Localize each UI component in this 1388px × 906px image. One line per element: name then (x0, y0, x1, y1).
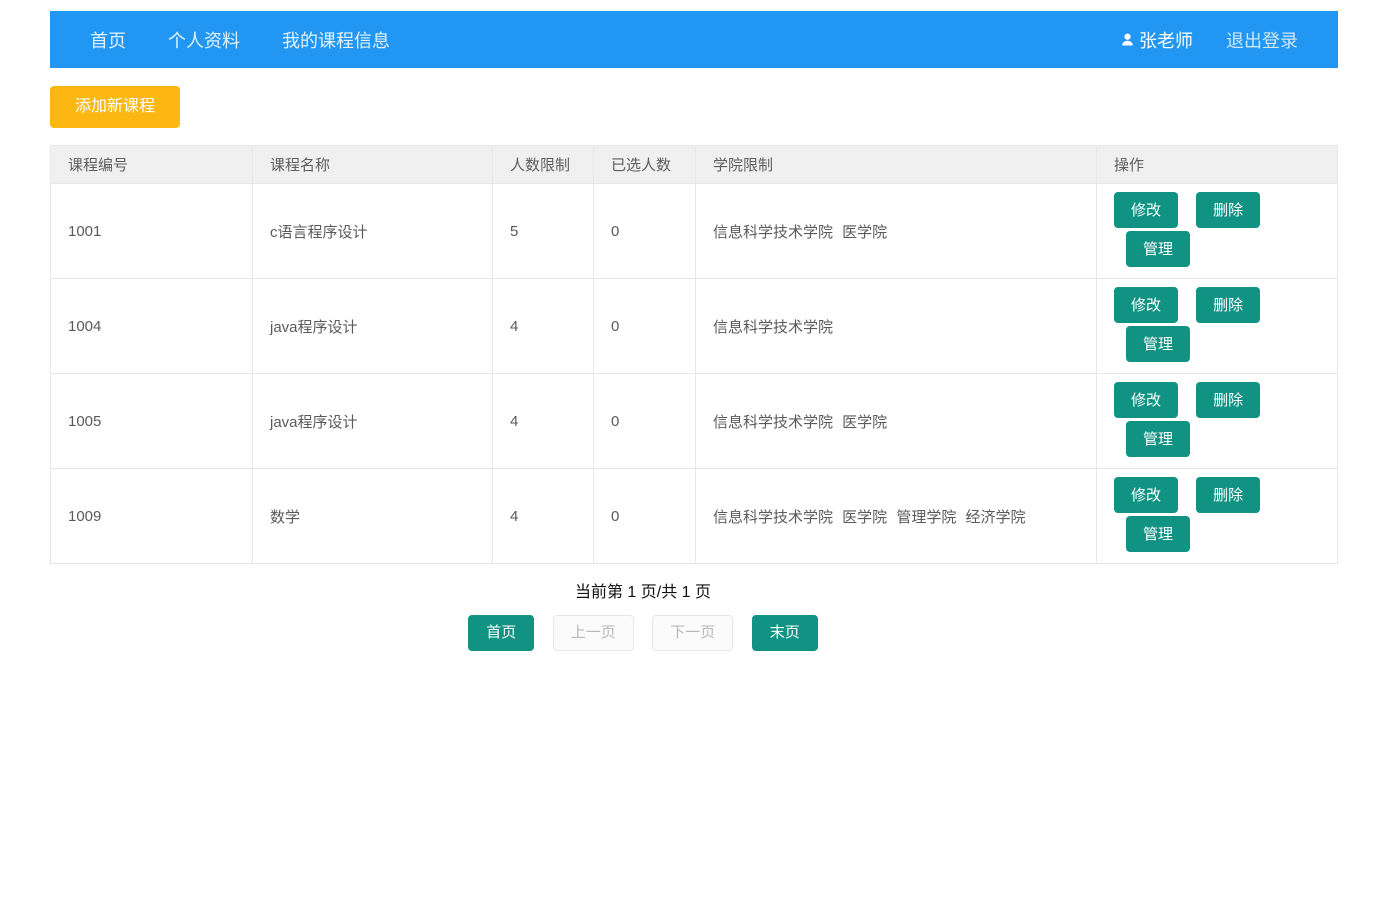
manage-button[interactable]: 管理 (1126, 231, 1190, 267)
header-selected: 已选人数 (593, 145, 696, 184)
selected-cell: 0 (593, 468, 696, 564)
delete-button[interactable]: 删除 (1196, 477, 1261, 513)
colleges-cell: 信息科学技术学院 医学院 (695, 373, 1097, 469)
actions-cell: 修改 删除 管理 (1096, 183, 1338, 279)
delete-button[interactable]: 删除 (1196, 382, 1261, 418)
actions-cell: 修改 删除 管理 (1096, 278, 1338, 374)
header-colleges: 学院限制 (695, 145, 1097, 184)
user-icon (1120, 32, 1135, 47)
prev-page-button[interactable]: 上一页 (552, 615, 634, 651)
actions-cell: 修改 删除 管理 (1096, 373, 1338, 469)
course-name-cell: c语言程序设计 (252, 183, 493, 279)
colleges-cell: 信息科学技术学院 (695, 278, 1097, 374)
course-name-cell: java程序设计 (252, 278, 493, 374)
pagination: 当前第 1 页/共 1 页 首页 上一页 下一页 末页 (0, 578, 1287, 651)
selected-cell: 0 (593, 278, 696, 374)
page-container: 首页 个人资料 我的课程信息 张老师 退出登录 添加新课程 课程编号 课程名称 (0, 0, 1388, 651)
nav-item-profile[interactable]: 个人资料 (147, 11, 261, 68)
course-table-header: 课程编号 课程名称 人数限制 已选人数 学院限制 操作 (50, 145, 1338, 184)
logout-button[interactable]: 退出登录 (1205, 11, 1319, 68)
actions-cell: 修改 删除 管理 (1096, 468, 1338, 564)
user-menu[interactable]: 张老师 (1099, 11, 1205, 68)
colleges-cell: 信息科学技术学院 医学院 管理学院 经济学院 (695, 468, 1097, 564)
user-name: 张老师 (1139, 30, 1193, 51)
table-row: 1009 数学 4 0 信息科学技术学院 医学院 管理学院 经济学院 修改 删除… (50, 468, 1338, 564)
limit-cell: 4 (492, 468, 594, 564)
limit-cell: 4 (492, 373, 594, 469)
first-page-button[interactable]: 首页 (468, 615, 535, 651)
edit-button[interactable]: 修改 (1114, 382, 1178, 418)
header-course-name: 课程名称 (252, 145, 493, 184)
nav-left: 首页 个人资料 我的课程信息 (50, 11, 411, 68)
nav-item-my-courses[interactable]: 我的课程信息 (261, 11, 411, 68)
course-name-cell: java程序设计 (252, 373, 493, 469)
selected-cell: 0 (593, 373, 696, 469)
limit-cell: 5 (492, 183, 594, 279)
next-page-button[interactable]: 下一页 (652, 615, 734, 651)
edit-button[interactable]: 修改 (1114, 477, 1178, 513)
last-page-button[interactable]: 末页 (751, 615, 818, 651)
add-course-button[interactable]: 添加新课程 (50, 86, 180, 128)
selected-cell: 0 (593, 183, 696, 279)
course-table: 课程编号 课程名称 人数限制 已选人数 学院限制 操作 1001 c语言程序设计… (50, 145, 1338, 564)
course-id-cell: 1005 (50, 373, 253, 469)
page-status: 当前第 1 页/共 1 页 (574, 584, 712, 601)
header-actions: 操作 (1096, 145, 1338, 184)
limit-cell: 4 (492, 278, 594, 374)
table-row: 1004 java程序设计 4 0 信息科学技术学院 修改 删除 管理 (50, 278, 1338, 374)
colleges-cell: 信息科学技术学院 医学院 (695, 183, 1097, 279)
header-course-id: 课程编号 (50, 145, 253, 184)
course-id-cell: 1004 (50, 278, 253, 374)
navbar: 首页 个人资料 我的课程信息 张老师 退出登录 (50, 11, 1338, 68)
header-row: 课程编号 课程名称 人数限制 已选人数 学院限制 操作 (50, 145, 1338, 184)
table-row: 1001 c语言程序设计 5 0 信息科学技术学院 医学院 修改 删除 管理 (50, 183, 1338, 279)
nav-right: 张老师 退出登录 (1099, 11, 1338, 68)
pager-buttons: 首页 上一页 下一页 末页 (0, 615, 1287, 651)
course-id-cell: 1001 (50, 183, 253, 279)
manage-button[interactable]: 管理 (1126, 326, 1190, 362)
table-row: 1005 java程序设计 4 0 信息科学技术学院 医学院 修改 删除 管理 (50, 373, 1338, 469)
manage-button[interactable]: 管理 (1126, 516, 1190, 552)
nav-item-home[interactable]: 首页 (69, 11, 147, 68)
delete-button[interactable]: 删除 (1196, 192, 1261, 228)
manage-button[interactable]: 管理 (1126, 421, 1190, 457)
toolbar: 添加新课程 (50, 86, 1338, 128)
course-name-cell: 数学 (252, 468, 493, 564)
delete-button[interactable]: 删除 (1196, 287, 1261, 323)
edit-button[interactable]: 修改 (1114, 192, 1178, 228)
edit-button[interactable]: 修改 (1114, 287, 1178, 323)
header-limit: 人数限制 (492, 145, 594, 184)
course-id-cell: 1009 (50, 468, 253, 564)
course-table-body: 1001 c语言程序设计 5 0 信息科学技术学院 医学院 修改 删除 管理 1… (50, 183, 1338, 564)
